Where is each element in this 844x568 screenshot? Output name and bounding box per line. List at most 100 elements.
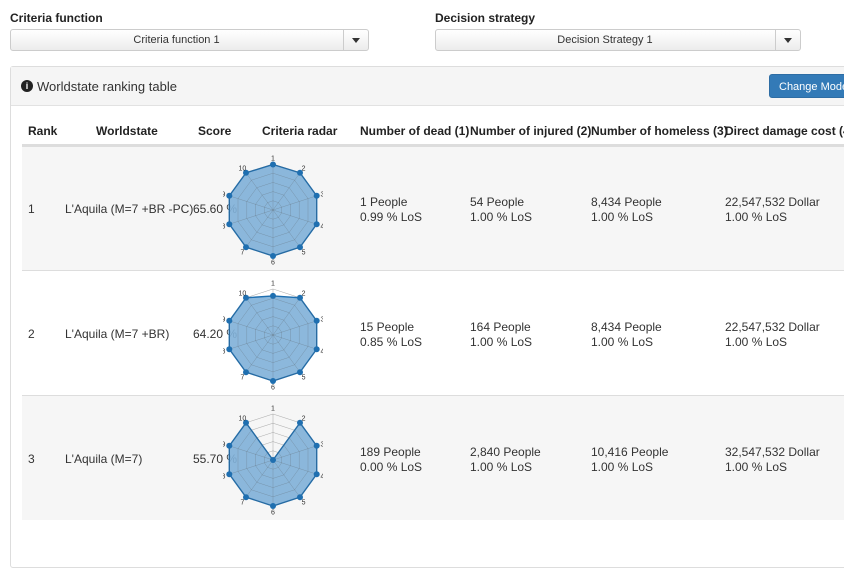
radar-point — [313, 346, 320, 353]
radar-axis-label: 10 — [239, 415, 247, 422]
radar-point — [313, 192, 320, 199]
homeless-los-cell: 1.00 % LoS — [591, 335, 654, 349]
radar-axis-label: 5 — [302, 250, 306, 257]
homeless-count-cell: 8,434 People — [591, 320, 662, 334]
table-row[interactable] — [22, 395, 844, 520]
decision-strategy-select[interactable]: Decision Strategy 1 — [435, 29, 801, 51]
criteria-radar-chart: 1 2 3 4 5 6 7 8 9 10 — [223, 281, 323, 392]
decision-strategy-value: Decision Strategy 1 — [557, 34, 653, 46]
injured-los-cell: 1.00 % LoS — [470, 210, 533, 224]
radar-point — [226, 346, 233, 353]
criteria-function-value: Criteria function 1 — [133, 34, 220, 46]
radar-point — [313, 442, 320, 449]
radar-point — [226, 471, 233, 478]
header-damage: Direct damage cost (4) — [725, 124, 844, 138]
worldstate-cell: L'Aquila (M=7 +BR) — [65, 327, 170, 341]
panel-heading: i Worldstate ranking table Change Mode — [11, 67, 844, 106]
chevron-down-icon[interactable] — [775, 30, 800, 50]
damage-cost-cell: 32,547,532 Dollar — [725, 445, 820, 459]
criteria-radar-chart: 1 2 3 4 5 6 7 8 9 10 — [223, 156, 323, 267]
radar-axis-label: 2 — [302, 165, 306, 172]
damage-los-cell: 1.00 % LoS — [725, 460, 788, 474]
dead-count-cell: 189 People — [360, 445, 421, 459]
dead-los-cell: 0.85 % LoS — [360, 335, 423, 349]
header-score: Score — [198, 124, 232, 138]
radar-axis-label: 4 — [321, 224, 323, 231]
rank-cell: 2 — [28, 327, 35, 341]
injured-los-cell: 1.00 % LoS — [470, 460, 533, 474]
radar-axis-label: 3 — [321, 191, 323, 198]
damage-cost-cell: 22,547,532 Dollar — [725, 320, 820, 334]
header-criteria-radar: Criteria radar — [262, 124, 338, 138]
radar-point — [270, 503, 276, 509]
radar-axis-label: 9 — [223, 441, 226, 448]
dead-los-cell: 0.99 % LoS — [360, 210, 423, 224]
radar-axis-label: 8 — [223, 349, 226, 356]
radar-axis-label: 7 — [240, 500, 244, 507]
radar-point — [270, 253, 276, 259]
radar-axis-label: 2 — [302, 415, 306, 422]
radar-axis-label: 7 — [240, 375, 244, 382]
radar-point — [270, 292, 276, 299]
radar-axis-label: 6 — [271, 510, 275, 517]
decision-strategy-label: Decision strategy — [435, 11, 536, 25]
panel-title: Worldstate ranking table — [37, 79, 177, 94]
chevron-down-icon[interactable] — [343, 30, 368, 50]
rank-cell: 3 — [28, 452, 35, 466]
radar-axis-label: 8 — [223, 224, 226, 231]
radar-axis-label: 1 — [271, 156, 275, 163]
radar-point — [226, 192, 233, 199]
change-mode-label: Change Mode — [779, 81, 844, 93]
radar-axis-label: 2 — [302, 290, 306, 297]
info-circle-icon: i — [21, 80, 33, 92]
radar-point — [226, 317, 233, 324]
radar-point — [226, 442, 233, 449]
radar-axis-label: 1 — [271, 281, 275, 288]
injured-count-cell: 164 People — [470, 320, 531, 334]
header-worldstate: Worldstate — [96, 124, 158, 138]
damage-cost-cell: 22,547,532 Dollar — [725, 195, 820, 209]
homeless-count-cell: 8,434 People — [591, 195, 662, 209]
radar-axis-label: 7 — [240, 250, 244, 257]
change-mode-button[interactable]: Change Mode — [769, 74, 844, 98]
criteria-function-label: Criteria function — [10, 11, 103, 25]
damage-los-cell: 1.00 % LoS — [725, 335, 788, 349]
radar-point — [226, 221, 233, 228]
radar-axis-label: 4 — [321, 349, 323, 356]
radar-axis-label: 3 — [321, 441, 323, 448]
radar-axis-label: 9 — [223, 316, 226, 323]
header-rank: Rank — [28, 124, 58, 138]
criteria-radar-chart: 1 2 3 4 5 6 7 8 9 10 — [223, 406, 323, 517]
criteria-function-select[interactable]: Criteria function 1 — [10, 29, 369, 51]
worldstate-cell: L'Aquila (M=7 +BR -PC) — [65, 202, 194, 216]
radar-point — [313, 317, 320, 324]
homeless-count-cell: 10,416 People — [591, 445, 669, 459]
radar-axis-label: 6 — [271, 385, 275, 392]
radar-axis-label: 10 — [239, 290, 247, 297]
header-dead: Number of dead (1) — [360, 124, 470, 138]
injured-count-cell: 54 People — [470, 195, 525, 209]
worldstate-cell: L'Aquila (M=7) — [65, 452, 143, 466]
radar-axis-label: 5 — [302, 375, 306, 382]
radar-point — [313, 471, 320, 478]
dead-count-cell: 1 People — [360, 195, 408, 209]
dead-count-cell: 15 People — [360, 320, 415, 334]
radar-axis-label: 6 — [271, 260, 275, 267]
radar-point — [270, 378, 276, 384]
header-injured: Number of injured (2) — [470, 124, 592, 138]
dead-los-cell: 0.00 % LoS — [360, 460, 423, 474]
injured-los-cell: 1.00 % LoS — [470, 335, 533, 349]
radar-axis-label: 1 — [271, 406, 275, 413]
radar-axis-label: 4 — [321, 474, 323, 481]
damage-los-cell: 1.00 % LoS — [725, 210, 788, 224]
header-homeless: Number of homeless (3) — [591, 124, 728, 138]
homeless-los-cell: 1.00 % LoS — [591, 210, 654, 224]
homeless-los-cell: 1.00 % LoS — [591, 460, 654, 474]
radar-axis-label: 9 — [223, 191, 226, 198]
radar-axis-label: 8 — [223, 474, 226, 481]
radar-point — [270, 457, 276, 463]
radar-axis-label: 3 — [321, 316, 323, 323]
injured-count-cell: 2,840 People — [470, 445, 541, 459]
radar-axis-label: 10 — [239, 165, 247, 172]
radar-point — [313, 221, 320, 228]
